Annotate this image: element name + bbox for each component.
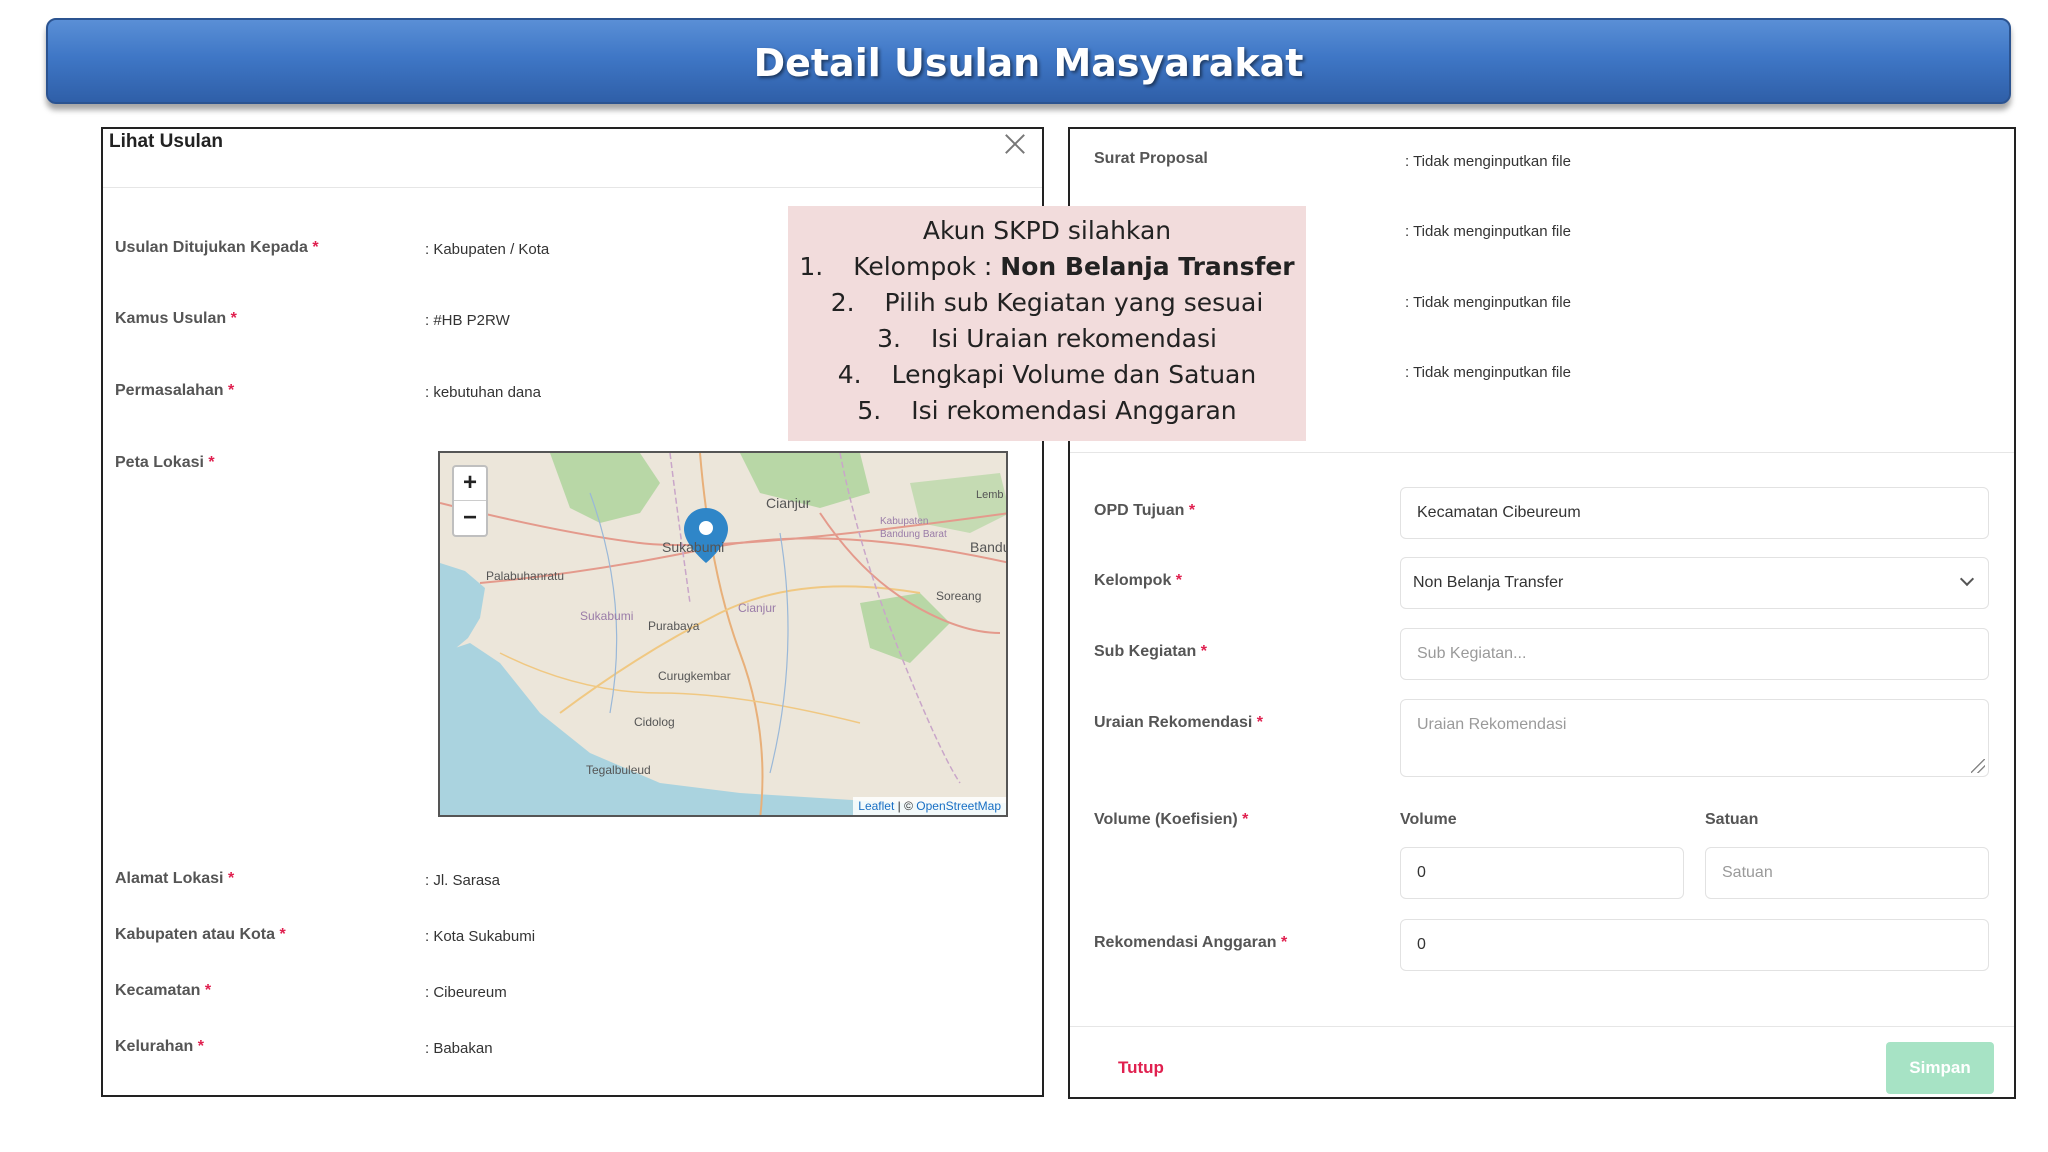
zoom-in-button[interactable]: +	[454, 467, 486, 501]
volume-koefisien-label: Volume (Koefisien) *	[1094, 811, 1249, 828]
kelompok-selected-value: Non Belanja Transfer	[1413, 574, 1564, 591]
field-value-alamat-lokasi: : Jl. Sarasa	[425, 872, 501, 889]
instruction-callout: Akun SKPD silahkan 1. Kelompok : Non Bela…	[788, 206, 1306, 441]
callout-step: 2. Pilih sub Kegiatan yang sesuai	[830, 288, 1264, 317]
field-label-kelurahan: Kelurahan *	[115, 1038, 204, 1055]
uraian-rekomendasi-label: Uraian Rekomendasi *	[1094, 714, 1263, 731]
satuan-input[interactable]: Satuan	[1705, 847, 1989, 899]
field-label-kabupaten-kota: Kabupaten atau Kota *	[115, 926, 286, 943]
field-label-usulan-ditujukan: Usulan Ditujukan Kepada *	[115, 239, 319, 256]
map-attribution: Leaflet | © OpenStreetMap	[853, 797, 1006, 815]
map-label: Soreang	[936, 589, 982, 603]
callout-heading: Akun SKPD silahkan	[922, 216, 1172, 245]
rekomendasi-anggaran-label: Rekomendasi Anggaran *	[1094, 934, 1288, 951]
chevron-down-icon	[1959, 571, 1975, 587]
field-value-kamus-usulan: : #HB P2RW	[425, 312, 510, 329]
field-label-permasalahan: Permasalahan *	[115, 382, 235, 399]
footer-divider	[1070, 1026, 2014, 1027]
field-value-usulan-ditujukan: : Kabupaten / Kota	[425, 241, 550, 258]
map-label: Cianjur	[738, 601, 777, 615]
map-label: Purabaya	[648, 619, 700, 633]
page-title: Detail Usulan Masyarakat	[753, 41, 1304, 85]
volume-input[interactable]: 0	[1400, 847, 1684, 899]
surat-proposal-label: Surat Proposal	[1094, 150, 1208, 167]
sub-kegiatan-label: Sub Kegiatan *	[1094, 643, 1207, 660]
map-tiles	[440, 453, 1006, 815]
title-banner: Detail Usulan Masyarakat	[46, 18, 2011, 104]
location-map[interactable]: Cianjur Sukabumi Palabuhanratu Kabupaten…	[438, 451, 1008, 817]
section-divider	[1070, 452, 2014, 453]
map-label: Curugkembar	[658, 669, 731, 683]
callout-step: 3. Isi Uraian rekomendasi	[877, 324, 1217, 353]
map-label: Sukabumi	[580, 609, 634, 623]
osm-link[interactable]: OpenStreetMap	[916, 799, 1001, 813]
callout-step: 1. Kelompok : Non Belanja Transfer	[799, 252, 1295, 281]
zoom-out-button[interactable]: −	[454, 502, 486, 536]
simpan-button[interactable]: Simpan	[1886, 1042, 1994, 1094]
field-label-kamus-usulan: Kamus Usulan *	[115, 310, 237, 327]
leaflet-link[interactable]: Leaflet	[858, 799, 894, 813]
field-value-kecamatan: : Cibeureum	[425, 984, 507, 1001]
map-label: Sukabumi	[662, 539, 725, 555]
field-label-peta-lokasi: Peta Lokasi *	[115, 454, 215, 471]
callout-step: 4. Lengkapi Volume dan Satuan	[837, 360, 1257, 389]
sub-kegiatan-input[interactable]: Sub Kegiatan...	[1400, 628, 1989, 680]
opd-tujuan-label: OPD Tujuan *	[1094, 502, 1196, 519]
field-value-kelurahan: : Babakan	[425, 1040, 493, 1057]
volume-header: Volume	[1400, 811, 1457, 828]
header-divider	[103, 187, 1042, 188]
close-icon[interactable]	[1004, 133, 1026, 155]
map-label: Kabupaten Bandung Barat	[880, 516, 947, 540]
file-value: : Tidak menginputkan file	[1405, 153, 1571, 170]
field-label-alamat-lokasi: Alamat Lokasi *	[115, 870, 235, 887]
map-label: Lemb	[976, 489, 1004, 501]
field-value-kabupaten-kota: : Kota Sukabumi	[425, 928, 536, 945]
callout-step: 5. Isi rekomendasi Anggaran	[857, 396, 1237, 425]
uraian-rekomendasi-textarea[interactable]: Uraian Rekomendasi	[1400, 699, 1989, 777]
modal-title: Lihat Usulan	[109, 131, 224, 152]
uraian-placeholder: Uraian Rekomendasi	[1417, 716, 1567, 733]
map-label: Cidolog	[634, 715, 675, 729]
kelompok-label: Kelompok *	[1094, 572, 1183, 589]
field-value-permasalahan: : kebutuhan dana	[425, 384, 541, 401]
kelompok-select[interactable]: Non Belanja Transfer	[1400, 557, 1989, 609]
file-value: : Tidak menginputkan file	[1405, 294, 1571, 311]
map-label: Bandu	[970, 539, 1008, 555]
field-label-kecamatan: Kecamatan *	[115, 982, 212, 999]
map-label: Tegalbuleud	[586, 763, 651, 777]
map-label: Palabuhanratu	[486, 569, 565, 583]
opd-tujuan-field[interactable]: Kecamatan Cibeureum	[1400, 487, 1989, 539]
rekomendasi-anggaran-input[interactable]: 0	[1400, 919, 1989, 971]
map-zoom-control: + −	[452, 465, 488, 537]
file-value: : Tidak menginputkan file	[1405, 223, 1571, 240]
map-label: Cianjur	[766, 495, 811, 511]
file-value: : Tidak menginputkan file	[1405, 364, 1571, 381]
satuan-header: Satuan	[1705, 811, 1759, 828]
resize-handle-icon[interactable]	[1971, 759, 1985, 773]
tutup-button[interactable]: Tutup	[1118, 1058, 1164, 1078]
